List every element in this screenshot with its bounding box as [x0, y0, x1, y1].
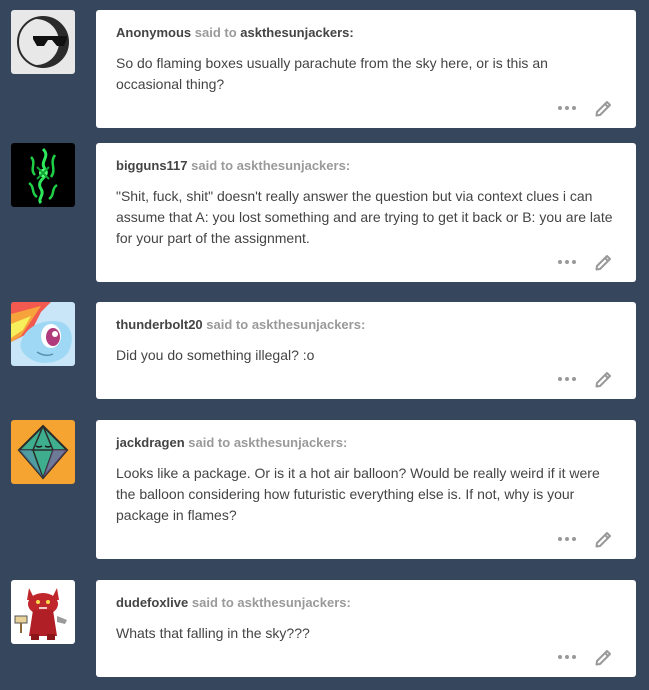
asker-name[interactable]: bigguns117 [116, 158, 188, 173]
more-options-icon[interactable] [558, 260, 576, 264]
ask-body: So do flaming boxes usually parachute fr… [116, 55, 548, 92]
target-blog-name[interactable]: askthesunjackers [252, 317, 361, 332]
ask-header: bigguns117 said to askthesunjackers: [116, 158, 616, 174]
edit-pencil-icon[interactable] [594, 647, 614, 667]
ask-header: jackdragen said to askthesunjackers: [116, 435, 616, 451]
asker-name[interactable]: jackdragen [116, 435, 185, 450]
header-colon: : [345, 158, 351, 173]
ask-body: Whats that falling in the sky??? [116, 625, 310, 641]
more-options-icon[interactable] [558, 655, 576, 659]
target-blog-name[interactable]: askthesunjackers [237, 595, 346, 610]
sunglasses-moon-icon [11, 10, 75, 74]
ask-body: Looks like a package. Or is it a hot air… [116, 465, 600, 523]
said-to-label: said to [191, 158, 234, 173]
header-colon: : [349, 25, 354, 40]
ask-card: thunderbolt20 said to askthesunjackers: … [96, 302, 636, 399]
edit-pencil-icon[interactable] [594, 98, 614, 118]
avatar[interactable] [11, 302, 75, 366]
diamond-face-icon [11, 420, 75, 484]
header-colon: : [342, 435, 348, 450]
more-options-icon[interactable] [558, 106, 576, 110]
green-snake-logo-icon [11, 143, 75, 207]
said-to-label: said to [188, 435, 231, 450]
ask-body: Did you do something illegal? :o [116, 347, 315, 363]
avatar[interactable] [11, 143, 75, 207]
target-blog-name[interactable]: askthesunjackers [234, 435, 343, 450]
ask-card: jackdragen said to askthesunjackers: Loo… [96, 420, 636, 559]
avatar[interactable] [11, 420, 75, 484]
ask-header: thunderbolt20 said to askthesunjackers: [116, 317, 616, 333]
ask-card: bigguns117 said to askthesunjackers: "Sh… [96, 143, 636, 282]
post-actions [558, 252, 614, 272]
edit-pencil-icon[interactable] [594, 529, 614, 549]
header-colon: : [360, 317, 366, 332]
ask-card: Anonymous said to askthesunjackers: So d… [96, 10, 636, 128]
ask-header: dudefoxlive said to askthesunjackers: [116, 595, 616, 611]
ask-card: dudefoxlive said to askthesunjackers: Wh… [96, 580, 636, 677]
rainbow-pony-icon [11, 302, 75, 366]
post-actions [558, 98, 614, 118]
said-to-label: said to [191, 595, 234, 610]
more-options-icon[interactable] [558, 537, 576, 541]
edit-pencil-icon[interactable] [594, 252, 614, 272]
post-actions [558, 369, 614, 389]
said-to-label: said to [206, 317, 249, 332]
avatar[interactable] [11, 10, 75, 74]
asker-name[interactable]: Anonymous [116, 25, 191, 40]
target-blog-name[interactable]: askthesunjackers [237, 158, 346, 173]
post-actions [558, 529, 614, 549]
header-colon: : [346, 595, 351, 610]
target-blog-name[interactable]: askthesunjackers [240, 25, 349, 40]
asker-name[interactable]: thunderbolt20 [116, 317, 203, 332]
asker-name[interactable]: dudefoxlive [116, 595, 188, 610]
edit-pencil-icon[interactable] [594, 369, 614, 389]
post-actions [558, 647, 614, 667]
avatar[interactable] [11, 580, 75, 644]
ask-body: "Shit, fuck, shit" doesn't really answer… [116, 188, 613, 246]
ask-header: Anonymous said to askthesunjackers: [116, 25, 616, 41]
more-options-icon[interactable] [558, 377, 576, 381]
red-fox-character-icon [11, 580, 75, 644]
said-to-label: said to [194, 25, 237, 40]
